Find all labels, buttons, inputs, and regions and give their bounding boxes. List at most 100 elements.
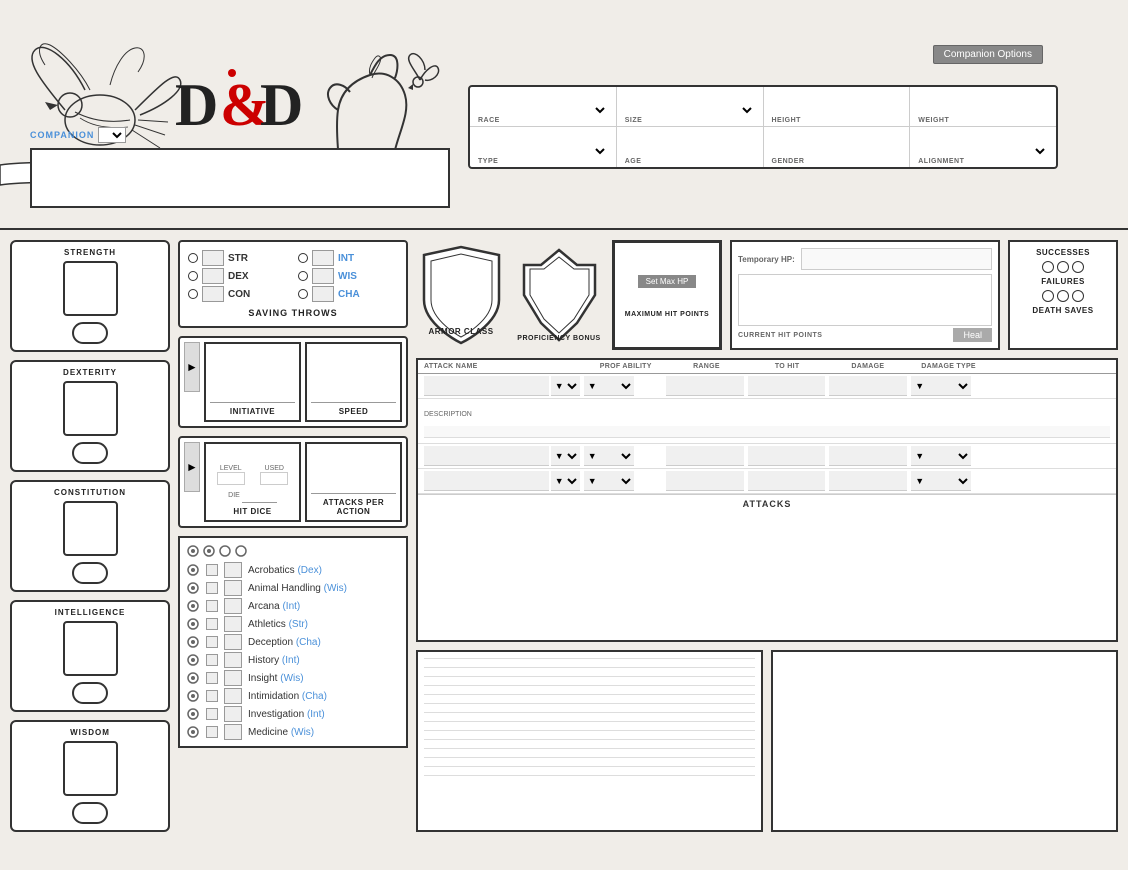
gender-input[interactable] xyxy=(772,146,902,158)
attack-name-input-3[interactable] xyxy=(424,471,549,491)
damage-type-select-2[interactable]: ▼ xyxy=(911,446,971,466)
notes-textarea-1[interactable] xyxy=(424,784,755,824)
save-dex-input[interactable] xyxy=(202,268,224,284)
skill-value-insight[interactable] xyxy=(224,670,242,686)
skill-value-deception[interactable] xyxy=(224,634,242,650)
failure-circle-1[interactable] xyxy=(1042,290,1054,302)
save-cha-radio[interactable] xyxy=(298,289,308,299)
proficiency-bonus-input[interactable] xyxy=(539,275,579,296)
current-hp-input[interactable] xyxy=(738,274,992,326)
skill-value-investigation[interactable] xyxy=(224,706,242,722)
success-circle-2[interactable] xyxy=(1057,261,1069,273)
to-hit-input-3[interactable] xyxy=(748,471,826,491)
weight-input[interactable] xyxy=(918,105,1048,117)
set-max-hp-button[interactable]: Set Max HP xyxy=(638,275,697,288)
save-str-radio[interactable] xyxy=(188,253,198,263)
intelligence-score-input[interactable] xyxy=(68,636,113,662)
damage-type-select-1[interactable]: ▼ xyxy=(911,376,971,396)
attack-name-select-3[interactable]: ▼ xyxy=(551,471,580,491)
notes-textarea-2[interactable] xyxy=(779,658,1110,824)
strength-score-input[interactable] xyxy=(68,276,113,302)
level-input[interactable] xyxy=(217,472,245,485)
to-hit-input-2[interactable] xyxy=(748,446,826,466)
failure-circle-3[interactable] xyxy=(1072,290,1084,302)
intelligence-modifier-input[interactable] xyxy=(75,687,105,699)
skill-checkbox-deception[interactable] xyxy=(206,636,218,648)
prof-ability-select-3[interactable]: ▼ xyxy=(584,471,634,491)
age-input[interactable] xyxy=(625,146,755,158)
height-input[interactable] xyxy=(772,105,902,117)
alignment-select[interactable] xyxy=(918,144,1048,158)
attack-name-input-2[interactable] xyxy=(424,446,549,466)
wisdom-score-input[interactable] xyxy=(68,756,113,782)
hit-dice-label: HIT DICE xyxy=(233,507,271,516)
save-dex-radio[interactable] xyxy=(188,271,198,281)
skill-value-acrobatics[interactable] xyxy=(224,562,242,578)
save-con-input[interactable] xyxy=(202,286,224,302)
skill-value-athletics[interactable] xyxy=(224,616,242,632)
skill-value-history[interactable] xyxy=(224,652,242,668)
save-int-input[interactable] xyxy=(312,250,334,266)
range-input-1[interactable] xyxy=(666,376,744,396)
save-wis-input[interactable] xyxy=(312,268,334,284)
desc-input-1[interactable] xyxy=(424,426,1110,438)
damage-input-2[interactable] xyxy=(829,446,907,466)
skill-checkbox-insight[interactable] xyxy=(206,672,218,684)
skill-checkbox-acrobatics[interactable] xyxy=(206,564,218,576)
skill-value-medicine[interactable] xyxy=(224,724,242,740)
skill-checkbox-history[interactable] xyxy=(206,654,218,666)
skill-value-intimidation[interactable] xyxy=(224,688,242,704)
success-circle-3[interactable] xyxy=(1072,261,1084,273)
die-input[interactable] xyxy=(242,487,277,503)
damage-type-select-3[interactable]: ▼ xyxy=(911,471,971,491)
wisdom-modifier-input[interactable] xyxy=(75,807,105,819)
skill-checkbox-investigation[interactable] xyxy=(206,708,218,720)
type-field: TYPE xyxy=(470,127,617,167)
initiative-input[interactable] xyxy=(210,348,295,403)
skill-value-arcana[interactable] xyxy=(224,598,242,614)
constitution-score-input[interactable] xyxy=(68,516,113,542)
character-name-input[interactable] xyxy=(40,186,440,202)
strength-modifier-input[interactable] xyxy=(75,327,105,339)
companion-options-button[interactable]: Companion Options xyxy=(933,45,1043,64)
race-select[interactable] xyxy=(478,103,608,117)
armor-class-input[interactable] xyxy=(441,275,481,296)
save-str-input[interactable] xyxy=(202,250,224,266)
skill-checkbox-athletics[interactable] xyxy=(206,618,218,630)
attacks-per-action-input[interactable] xyxy=(311,448,396,494)
type-select[interactable] xyxy=(478,144,608,158)
save-cha-input[interactable] xyxy=(312,286,334,302)
skill-checkbox-medicine[interactable] xyxy=(206,726,218,738)
hit-dice-add-btn[interactable]: ► xyxy=(184,442,200,492)
initiative-add-btn[interactable]: ► xyxy=(184,342,200,392)
damage-input-1[interactable] xyxy=(829,376,907,396)
attack-name-input-1[interactable] xyxy=(424,376,549,396)
companion-dropdown[interactable] xyxy=(98,127,126,143)
save-wis-radio[interactable] xyxy=(298,271,308,281)
failure-circle-2[interactable] xyxy=(1057,290,1069,302)
to-hit-input-1[interactable] xyxy=(748,376,826,396)
prof-ability-select-2[interactable]: ▼ xyxy=(584,446,634,466)
range-input-3[interactable] xyxy=(666,471,744,491)
speed-input[interactable] xyxy=(311,348,396,403)
damage-input-3[interactable] xyxy=(829,471,907,491)
max-hp-input[interactable] xyxy=(627,288,707,311)
save-int-radio[interactable] xyxy=(298,253,308,263)
constitution-modifier-input[interactable] xyxy=(75,567,105,579)
used-input[interactable] xyxy=(260,472,288,485)
temp-hp-input[interactable] xyxy=(801,248,992,270)
dexterity-score-input[interactable] xyxy=(68,396,113,422)
attack-name-select-1[interactable]: ▼ xyxy=(551,376,580,396)
skill-value-animal-handling[interactable] xyxy=(224,580,242,596)
dexterity-modifier-input[interactable] xyxy=(75,447,105,459)
save-con-radio[interactable] xyxy=(188,289,198,299)
skill-checkbox-arcana[interactable] xyxy=(206,600,218,612)
skill-checkbox-animal-handling[interactable] xyxy=(206,582,218,594)
attack-name-select-2[interactable]: ▼ xyxy=(551,446,580,466)
success-circle-1[interactable] xyxy=(1042,261,1054,273)
skill-checkbox-intimidation[interactable] xyxy=(206,690,218,702)
prof-ability-select-1[interactable]: ▼ xyxy=(584,376,634,396)
range-input-2[interactable] xyxy=(666,446,744,466)
size-select[interactable] xyxy=(625,103,755,117)
heal-button[interactable]: Heal xyxy=(953,328,992,342)
